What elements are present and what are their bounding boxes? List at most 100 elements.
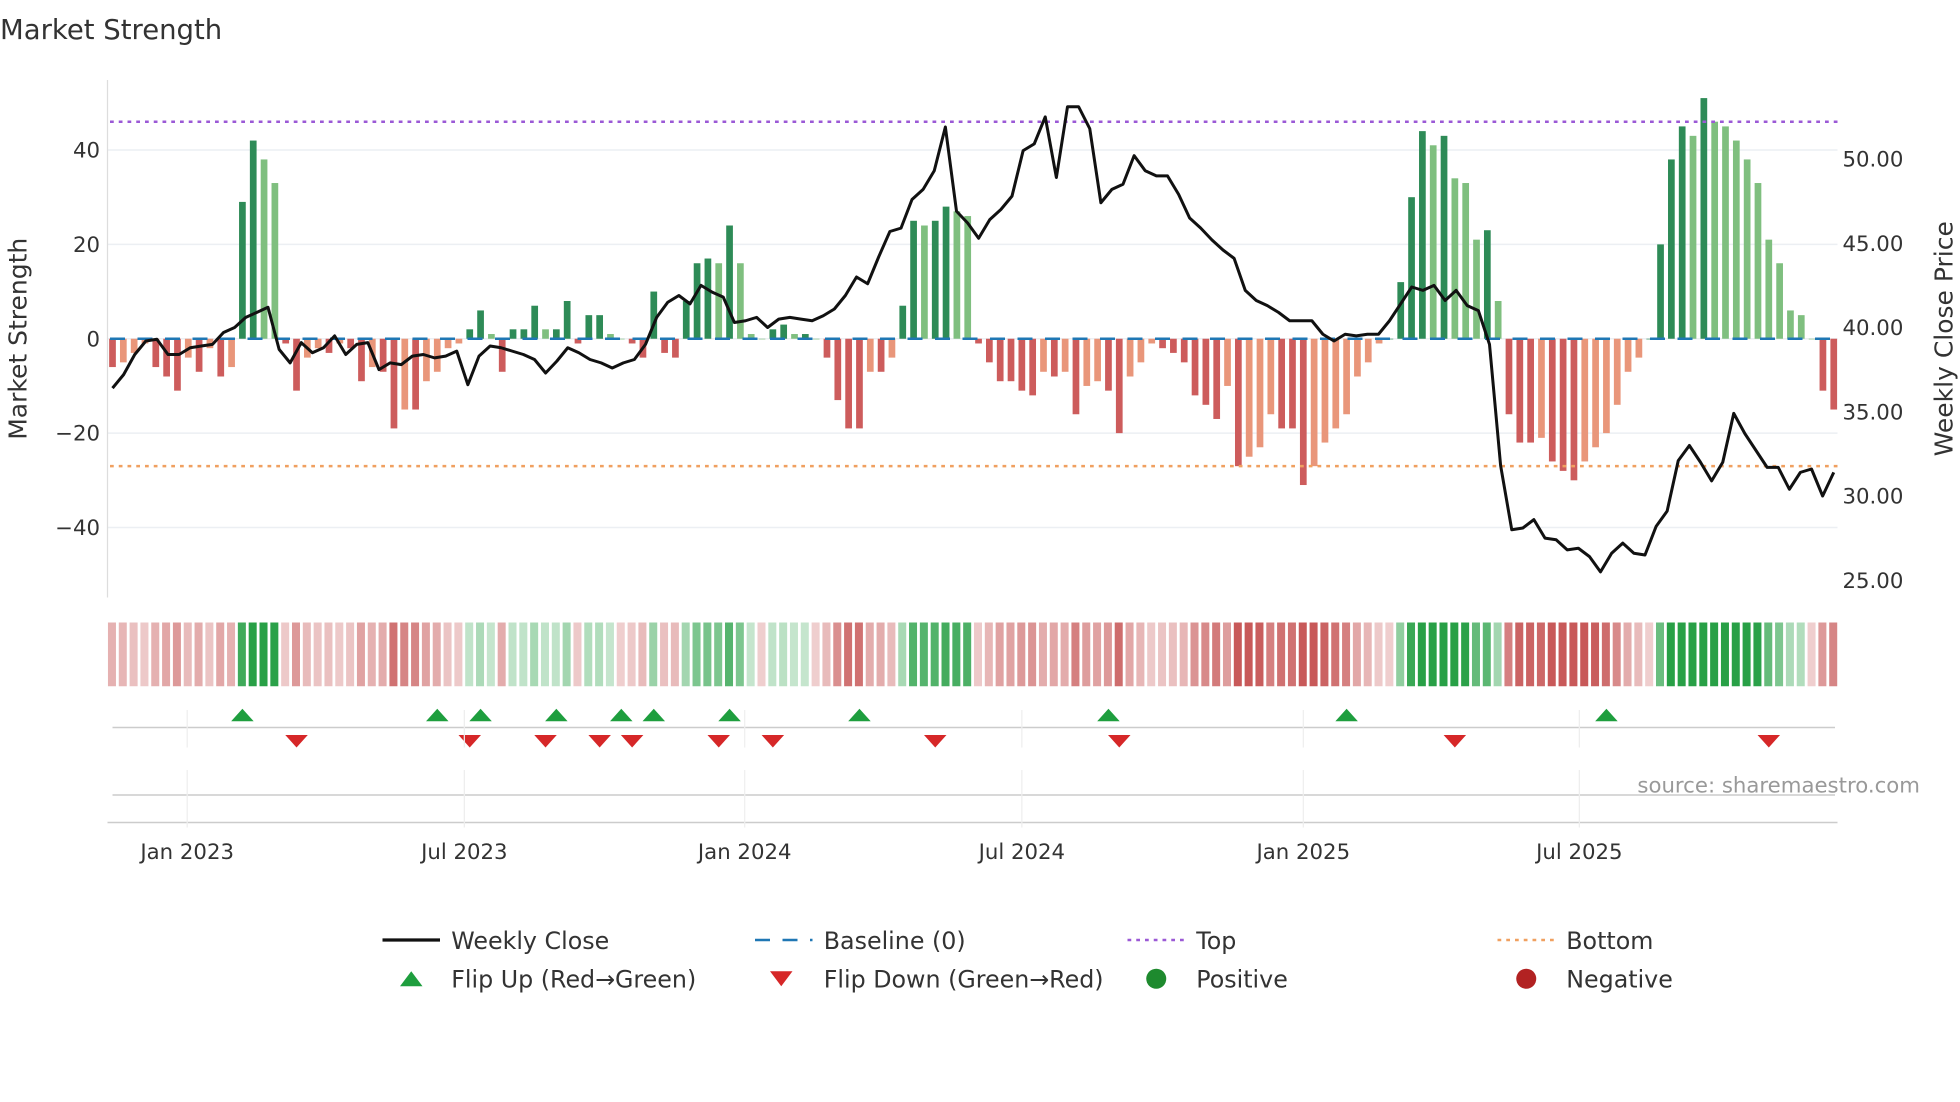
strength-cell bbox=[259, 622, 268, 687]
flip-down-marker bbox=[761, 735, 785, 748]
flip-markers bbox=[107, 708, 1838, 824]
strength-bar bbox=[1548, 338, 1556, 462]
strength-cell bbox=[1569, 622, 1578, 687]
strength-cell bbox=[1082, 622, 1091, 687]
y-axis-label: Market Strength bbox=[3, 238, 32, 440]
strength-cell bbox=[1688, 622, 1697, 687]
strength-cell bbox=[627, 622, 636, 687]
strength-cell bbox=[1060, 622, 1069, 687]
strength-cell bbox=[1591, 622, 1600, 687]
strength-cell bbox=[595, 622, 604, 687]
strength-cell bbox=[1753, 622, 1762, 687]
strength-cell bbox=[1071, 622, 1080, 687]
strength-cell bbox=[497, 622, 506, 687]
strength-cell bbox=[1493, 622, 1502, 687]
strength-cell bbox=[1277, 622, 1286, 687]
strength-bar bbox=[163, 338, 170, 377]
strength-cell bbox=[952, 622, 961, 687]
strength-bar bbox=[1808, 338, 1816, 340]
strength-cell bbox=[1558, 622, 1567, 687]
flip-down-marker bbox=[458, 735, 481, 748]
strength-bar bbox=[672, 338, 679, 358]
strength-cell bbox=[649, 622, 658, 687]
strength-bar bbox=[1429, 145, 1437, 339]
y-tick-label: 40 bbox=[73, 139, 100, 164]
strength-bar bbox=[174, 338, 181, 391]
strength-cell bbox=[941, 622, 950, 687]
strength-bar bbox=[444, 338, 452, 349]
strength-cell bbox=[660, 622, 669, 687]
strength-bar bbox=[1267, 338, 1275, 415]
strength-bar bbox=[390, 338, 398, 429]
strength-cell bbox=[389, 622, 398, 687]
strength-bar bbox=[1516, 338, 1524, 443]
strength-bar bbox=[1126, 338, 1134, 377]
strength-bar bbox=[866, 338, 874, 372]
strength-cell bbox=[205, 622, 214, 687]
strength-cell bbox=[1807, 622, 1816, 687]
strength-bar bbox=[1797, 315, 1805, 339]
strength-cell bbox=[1168, 622, 1177, 687]
strength-cell bbox=[1342, 622, 1351, 687]
strength-cell bbox=[291, 622, 300, 687]
strength-bar bbox=[109, 338, 116, 368]
strength-cell bbox=[584, 622, 593, 687]
strength-cell bbox=[227, 622, 236, 687]
strength-cell bbox=[670, 622, 679, 687]
strength-bar bbox=[964, 216, 972, 339]
strength-cell bbox=[281, 622, 290, 687]
strength-bar bbox=[217, 338, 225, 377]
market-strength-chart: Market Strength −40 −20 0 20 40 25.00 30.00 35… bbox=[0, 14, 1959, 994]
strength-cell bbox=[400, 622, 409, 687]
strength-bar bbox=[1245, 338, 1253, 457]
strength-bar bbox=[466, 329, 474, 339]
strength-bar bbox=[953, 211, 961, 339]
strength-bar bbox=[314, 338, 322, 349]
legend-label: Flip Up (Red→Green) bbox=[451, 966, 696, 994]
flip-down-marker bbox=[285, 735, 308, 748]
strength-cell bbox=[454, 622, 463, 687]
strength-bar bbox=[1256, 338, 1264, 448]
circle-icon bbox=[1146, 968, 1167, 989]
strength-bar bbox=[1462, 183, 1470, 339]
strength-cell bbox=[1331, 622, 1340, 687]
strength-bar bbox=[542, 329, 549, 339]
x-tick-label: Jan 2024 bbox=[696, 840, 792, 865]
strength-cell bbox=[898, 622, 907, 687]
strength-cell bbox=[1580, 622, 1589, 687]
strength-cell bbox=[757, 622, 766, 687]
strength-cell bbox=[1699, 622, 1708, 687]
strength-bar bbox=[899, 305, 907, 339]
strength-cell bbox=[746, 622, 755, 687]
strength-cell bbox=[1049, 622, 1058, 687]
legend: Weekly Close Baseline (0) Top Bottom Flip Up… bbox=[382, 927, 1673, 994]
strength-cell bbox=[486, 622, 495, 687]
flip-down-marker bbox=[588, 735, 611, 748]
y-tick-label: −20 bbox=[55, 422, 100, 447]
strength-cell bbox=[313, 622, 322, 687]
strength-bar bbox=[1635, 338, 1643, 358]
strength-cell bbox=[237, 622, 246, 687]
x-tick-label: Jul 2024 bbox=[977, 840, 1065, 865]
strength-cell bbox=[1645, 622, 1654, 687]
strength-cell bbox=[1775, 622, 1784, 687]
strength-bar bbox=[1603, 338, 1610, 434]
strength-cell bbox=[129, 622, 138, 687]
flip-up-marker bbox=[426, 708, 449, 722]
x-axis-ticks: Jan 2023 Jul 2023 Jan 2024 Jul 2024 Jan 2025… bbox=[138, 710, 1623, 865]
y-tick-label: −40 bbox=[55, 516, 100, 541]
strength-cell bbox=[789, 622, 798, 687]
strength-bar bbox=[1397, 282, 1405, 339]
strength-bar bbox=[791, 334, 798, 339]
legend-label: Weekly Close bbox=[451, 927, 609, 955]
strength-bar bbox=[1072, 338, 1080, 415]
strength-cell bbox=[735, 622, 744, 687]
strength-bar bbox=[931, 220, 939, 339]
strength-cell bbox=[865, 622, 874, 687]
y-axis-ticks: −40 −20 0 20 40 bbox=[55, 139, 100, 542]
strength-cell bbox=[140, 622, 149, 687]
strength-bar bbox=[682, 301, 690, 339]
strength-bar bbox=[1754, 183, 1762, 339]
strength-cell bbox=[681, 622, 690, 687]
strength-bar bbox=[1050, 338, 1058, 377]
